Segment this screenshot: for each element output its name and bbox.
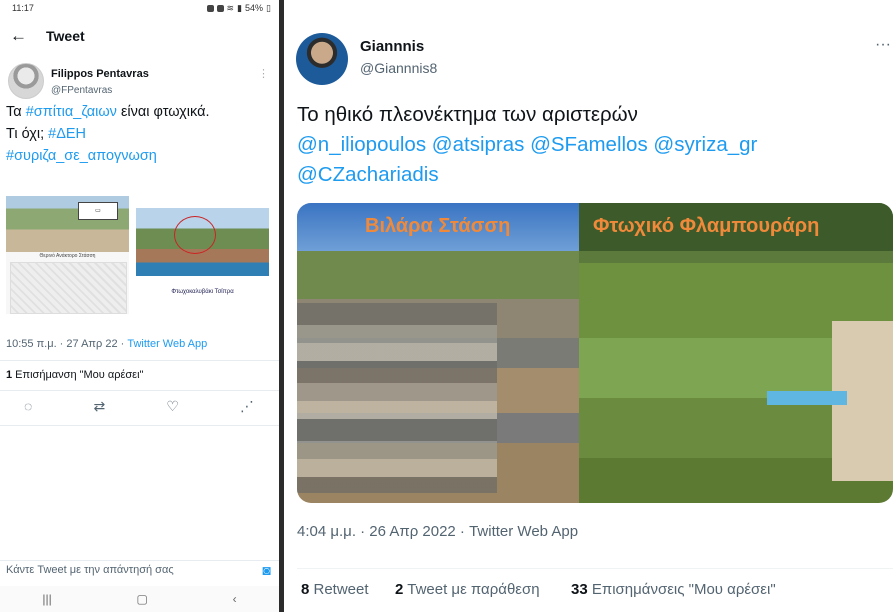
signal-icon: ▮ [237, 2, 243, 13]
tweet-topbar: ← Tweet [0, 16, 279, 56]
tweet-text-part: Τα [6, 104, 26, 120]
pool-graphic [767, 391, 847, 405]
quote-stat[interactable]: 2 Tweet με παράθεση [395, 581, 540, 598]
likes-number: 33 [571, 581, 588, 598]
sign-graphic: ▭ [78, 202, 118, 220]
android-nav-bar: ||| ▢ ‹ [0, 586, 279, 612]
back-arrow-icon[interactable]: ← [10, 26, 38, 46]
likes-count[interactable]: 1 Επισήμανση "Μου αρέσει" [6, 369, 143, 381]
tweet-media[interactable]: ▭ Θερινό Ανάκτορο Στάσση Φτωχοκαλυβάκι Τ… [6, 196, 270, 314]
alarm-icon [216, 4, 224, 12]
author-handle[interactable]: @Giannnis8 [360, 60, 437, 76]
page-title: Tweet [46, 28, 85, 44]
retweet-icon[interactable]: ⇄ [93, 398, 105, 415]
tweet-text: Τα #σπίτια_ζαιων είναι φτωχικά. Τι όχι; … [6, 101, 273, 167]
battery-level: 54% [245, 3, 264, 13]
tweet-meta: 10:55 π.μ. · 27 Απρ 22 · Twitter Web App [6, 338, 207, 350]
divider [0, 425, 279, 426]
right-tweet-screenshot: Giannnis @Giannnis8 ··· Το ηθικό πλεονέκ… [284, 0, 893, 612]
stone-buildings-graphic [297, 303, 497, 493]
tweet-text: Το ηθικό πλεονέκτημα των αριστερών @n_il… [297, 100, 887, 190]
source-link[interactable]: Twitter Web App [127, 338, 207, 350]
more-options-icon[interactable]: ⋮ [258, 67, 269, 80]
quote-label: Tweet με παράθεση [403, 581, 540, 598]
likes-label: Επισημάνσεις "Μου αρέσει" [587, 581, 776, 598]
highlight-circle [174, 216, 216, 254]
like-icon[interactable]: ♡ [166, 398, 179, 415]
reply-icon[interactable]: ◌ [24, 398, 32, 415]
likes-stat[interactable]: 33 Επισημάνσεις "Μου αρέσει" [571, 581, 776, 598]
left-phone-screenshot: 11:17 ≋ ▮ 54% ▯ ← Tweet Filippos Pentavr… [0, 0, 279, 612]
wifi-icon: ≋ [226, 2, 235, 13]
image-label-right: Φτωχικό Φλαμπουράρη [593, 215, 820, 237]
hashtag-link[interactable]: #σπίτια_ζαιων [26, 104, 117, 120]
avatar[interactable] [296, 33, 348, 85]
mention-links[interactable]: @CZachariadis [297, 160, 887, 190]
tweet-meta[interactable]: 4:04 μ.μ. · 26 Απρ 2022 · Twitter Web Ap… [297, 523, 578, 540]
retweet-stat[interactable]: 8 Retweet [301, 581, 369, 598]
media-image-2[interactable]: Φτωχοκαλυβάκι Τσίπρα [136, 208, 269, 295]
tweet-media[interactable]: Βιλάρα Στάσση Φτωχικό Φλαμπουράρη [297, 203, 893, 503]
camera-icon[interactable]: ◙ [263, 562, 271, 578]
map-graphic [10, 262, 127, 314]
tweet-actions: ◌ ⇄ ♡ ⋰ [24, 398, 254, 415]
notification-icon [206, 4, 214, 12]
tweet-timestamp[interactable]: 10:55 π.μ. · 27 Απρ 22 · [6, 338, 127, 350]
recent-apps-icon[interactable]: ||| [42, 592, 51, 606]
hashtag-link[interactable]: #συριζα_σε_απογνωση [6, 148, 157, 164]
author-handle[interactable]: @FPentavras [51, 85, 112, 96]
likes-label: Επισήμανση "Μου αρέσει" [12, 369, 144, 381]
tweet-stats: 8 Retweet 2 Tweet με παράθεση 33 Επισημά… [297, 568, 893, 613]
tweet-text-part: Τι όχι; [6, 126, 49, 142]
hashtag-link[interactable]: #ΔΕΗ [48, 126, 86, 142]
photo-coast [136, 208, 269, 276]
image-label-left: Βιλάρα Στάσση [365, 215, 511, 237]
image-caption: Θερινό Ανάκτορο Στάσση [39, 253, 96, 259]
media-image-1[interactable]: ▭ Θερινό Ανάκτορο Στάσση [6, 196, 129, 314]
more-options-icon[interactable]: ··· [875, 36, 891, 54]
divider [0, 390, 279, 391]
tweet-text-part: είναι φτωχικά. [116, 104, 210, 120]
retweet-label: Retweet [309, 581, 369, 598]
author-name[interactable]: Giannnis [360, 38, 424, 55]
image-caption: Φτωχοκαλυβάκι Τσίπρα [171, 289, 234, 295]
reply-bar[interactable]: Κάντε Tweet με την απάντησή σας ◙ [0, 560, 279, 583]
status-icons: ≋ ▮ 54% ▯ [206, 2, 271, 14]
status-bar: 11:17 ≋ ▮ 54% ▯ [0, 0, 279, 16]
status-time: 11:17 [12, 3, 34, 13]
reply-input[interactable]: Κάντε Tweet με την απάντησή σας [6, 564, 174, 576]
mention-links[interactable]: @n_iliopoulos @atsipras @SFamellos @syri… [297, 130, 887, 160]
author-name[interactable]: Filippos Pentavras [51, 68, 149, 80]
share-icon[interactable]: ⋰ [240, 398, 254, 415]
tweet-author[interactable]: Filippos Pentavras @FPentavras ⋮ [8, 63, 271, 99]
battery-icon: ▯ [266, 2, 271, 13]
tweet-body: Το ηθικό πλεονέκτημα των αριστερών [297, 103, 638, 126]
divider [0, 360, 279, 361]
home-icon[interactable]: ▢ [137, 592, 148, 606]
back-icon[interactable]: ‹ [233, 592, 237, 606]
avatar[interactable] [8, 63, 44, 99]
